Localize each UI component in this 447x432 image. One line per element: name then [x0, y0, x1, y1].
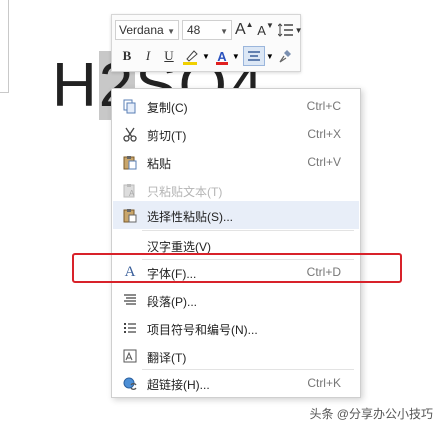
paste-special-icon [122, 207, 138, 223]
chevron-down-icon: ▼ [220, 27, 228, 36]
highlight-color-swatch [183, 62, 197, 65]
underline-button[interactable]: U [160, 46, 178, 66]
highlighter-icon [186, 50, 198, 62]
mini-toolbar: Verdana ▼ 48 ▼ A ▲ A ▼ ▼ B I U ▼ A ▼ ▼ [111, 14, 303, 72]
menu-item-label: 剪切(T) [147, 129, 187, 143]
font-name-select[interactable]: Verdana ▼ [115, 20, 179, 40]
menu-item-shortcut: Ctrl+V [307, 155, 341, 169]
align-button[interactable] [242, 46, 265, 66]
highlight-button[interactable] [181, 46, 201, 66]
shrink-font-button[interactable]: A ▼ [257, 20, 275, 40]
paragraph-icon [122, 292, 138, 308]
page-corner-mark-vertical [8, 0, 9, 93]
doc-text-before: H [52, 51, 99, 120]
line-spacing-icon [277, 23, 293, 37]
menu-item-label: 粘贴 [147, 157, 172, 171]
menu-item-paste[interactable]: 粘贴 Ctrl+V [113, 148, 359, 176]
menu-item-label: 复制(C) [147, 101, 188, 115]
translate-icon [122, 348, 138, 364]
bullets-icon [122, 320, 138, 336]
page-corner-mark-horizontal [0, 92, 9, 93]
menu-item-shortcut: Ctrl+K [307, 376, 341, 390]
svg-text:A: A [129, 189, 135, 198]
menu-item-shortcut: Ctrl+X [307, 127, 341, 141]
shrink-font-icon: A [257, 22, 266, 38]
menu-item-translate[interactable]: 翻译(T) [113, 342, 359, 370]
grow-font-icon: A [235, 21, 246, 38]
chevron-down-icon: ▼ [167, 27, 175, 36]
hyperlink-icon [122, 375, 138, 391]
paste-icon [122, 154, 138, 170]
font-size-value: 48 [187, 23, 201, 37]
font-size-select[interactable]: 48 ▼ [182, 20, 232, 40]
menu-item-label: 段落(P)... [147, 295, 197, 309]
menu-item-label: 翻译(T) [147, 351, 187, 365]
mini-toolbar-row-2: B I U ▼ A ▼ ▼ [115, 45, 295, 67]
menu-item-label: 只粘贴文本(T) [147, 185, 223, 199]
menu-item-copy[interactable]: 复制(C) Ctrl+C [113, 92, 359, 120]
grow-font-button[interactable]: A ▲ [235, 20, 254, 40]
line-spacing-button[interactable]: ▼ [277, 20, 303, 40]
format-painter-button[interactable] [277, 46, 295, 66]
caret-up-icon: ▲ [245, 19, 254, 29]
bold-button[interactable]: B [118, 46, 136, 66]
menu-item-hyperlink[interactable]: 超链接(H)... Ctrl+K [113, 369, 359, 397]
highlight-annotation-box [72, 253, 402, 283]
font-name-value: Verdana [119, 23, 164, 37]
cut-icon [122, 126, 138, 142]
align-center-icon [247, 51, 260, 61]
copy-icon [122, 98, 138, 114]
font-color-swatch [215, 62, 228, 65]
context-menu: 复制(C) Ctrl+C 剪切(T) Ctrl+X 粘贴 Ctrl+V A 只粘… [111, 88, 361, 398]
format-painter-icon [279, 50, 291, 63]
menu-item-cut[interactable]: 剪切(T) Ctrl+X [113, 120, 359, 148]
paste-text-icon: A [122, 182, 138, 198]
chevron-down-icon: ▼ [294, 25, 303, 35]
menu-item-label: 项目符号和编号(N)... [147, 323, 258, 337]
chevron-down-icon[interactable]: ▼ [232, 52, 240, 61]
menu-item-paragraph[interactable]: 段落(P)... [113, 286, 359, 314]
chevron-down-icon[interactable]: ▼ [202, 52, 210, 61]
menu-item-paste-special[interactable]: 选择性粘贴(S)... [113, 201, 359, 229]
menu-item-label: 选择性粘贴(S)... [147, 210, 233, 224]
font-color-button[interactable]: A [213, 46, 231, 66]
chevron-down-icon[interactable]: ▼ [266, 52, 274, 61]
menu-item-label: 超链接(H)... [147, 378, 210, 392]
mini-toolbar-row-1: Verdana ▼ 48 ▼ A ▲ A ▼ ▼ [115, 19, 303, 41]
italic-button[interactable]: I [139, 46, 157, 66]
menu-item-paste-text-only[interactable]: A 只粘贴文本(T) [113, 176, 359, 204]
watermark: 头条 @分享办公小技巧 [309, 407, 433, 421]
menu-item-shortcut: Ctrl+C [306, 99, 341, 113]
caret-down-icon: ▼ [265, 20, 274, 30]
menu-item-bullets-numbering[interactable]: 项目符号和编号(N)... [113, 314, 359, 342]
